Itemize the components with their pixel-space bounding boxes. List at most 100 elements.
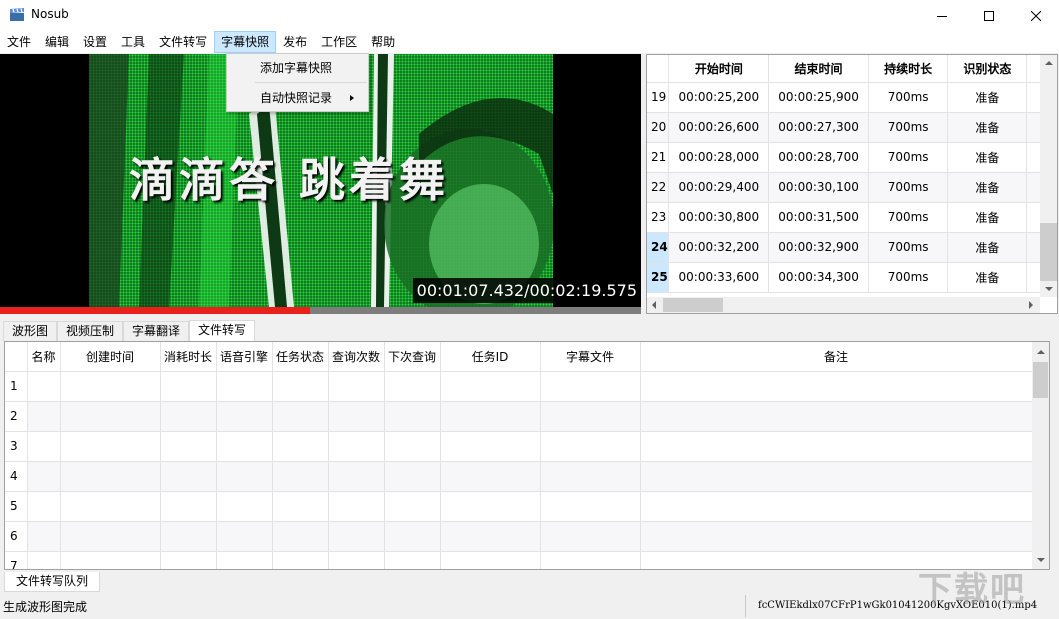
table-row[interactable]: 2200:00:29,40000:00:30,100700ms准备 — [647, 172, 1057, 202]
table-cell[interactable] — [216, 431, 272, 461]
table-cell[interactable] — [160, 521, 216, 551]
table-cell[interactable] — [27, 371, 60, 401]
scroll-left-icon[interactable] — [652, 301, 656, 309]
table-cell[interactable] — [640, 461, 1032, 491]
column-header[interactable]: 结束时间 — [769, 55, 869, 82]
table-cell[interactable] — [160, 491, 216, 521]
table-cell[interactable] — [440, 461, 540, 491]
maximize-button[interactable] — [966, 0, 1012, 31]
tab-transcribe-queue[interactable]: 文件转写队列 — [4, 572, 100, 592]
table-cell[interactable] — [272, 431, 328, 461]
table-cell[interactable] — [27, 431, 60, 461]
table-cell[interactable] — [328, 491, 384, 521]
table-cell[interactable] — [540, 491, 640, 521]
video-progress-bar[interactable] — [0, 307, 641, 314]
menu-auto-snapshot-record[interactable]: 自动快照记录 — [228, 86, 368, 110]
table-cell[interactable] — [440, 401, 540, 431]
table-row[interactable]: 1 — [5, 371, 1032, 401]
table-cell[interactable] — [540, 461, 640, 491]
table-row[interactable]: 1900:00:25,20000:00:25,900700ms准备 — [647, 82, 1057, 112]
table-cell[interactable] — [272, 371, 328, 401]
table-row[interactable]: 2400:00:32,20000:00:32,900700ms准备 — [647, 232, 1057, 262]
table-cell[interactable] — [540, 521, 640, 551]
menu-help[interactable]: 帮助 — [364, 31, 402, 53]
table-row[interactable]: 2000:00:26,60000:00:27,300700ms准备 — [647, 112, 1057, 142]
scrollbar-thumb[interactable] — [1033, 362, 1048, 398]
table-cell[interactable] — [272, 491, 328, 521]
table-cell[interactable] — [60, 401, 160, 431]
table-cell[interactable] — [640, 401, 1032, 431]
table-cell[interactable] — [27, 521, 60, 551]
table-cell[interactable] — [384, 551, 440, 570]
table-cell[interactable] — [328, 371, 384, 401]
transcribe-table-vertical-scrollbar[interactable] — [1032, 342, 1049, 569]
table-cell[interactable] — [440, 431, 540, 461]
subtitle-table-horizontal-scrollbar[interactable] — [647, 297, 1040, 313]
menu-add-subtitle-snapshot[interactable]: 添加字幕快照 — [228, 56, 368, 80]
column-header[interactable]: 任务状态 — [272, 342, 328, 371]
table-row[interactable]: 4 — [5, 461, 1032, 491]
table-cell[interactable] — [272, 401, 328, 431]
menu-workspace[interactable]: 工作区 — [314, 31, 364, 53]
column-header[interactable]: 备注 — [640, 342, 1032, 371]
table-row[interactable]: 7 — [5, 551, 1032, 570]
table-cell[interactable] — [440, 551, 540, 570]
table-cell[interactable] — [60, 521, 160, 551]
scroll-up-icon[interactable] — [1037, 350, 1045, 354]
scroll-up-icon[interactable] — [1045, 61, 1053, 65]
table-cell[interactable] — [272, 461, 328, 491]
table-cell[interactable] — [60, 431, 160, 461]
column-header[interactable]: 任务ID — [440, 342, 540, 371]
table-cell[interactable] — [384, 431, 440, 461]
table-cell[interactable] — [384, 371, 440, 401]
table-row[interactable]: 6 — [5, 521, 1032, 551]
column-header[interactable]: 语音引擎 — [216, 342, 272, 371]
table-row[interactable]: 2300:00:30,80000:00:31,500700ms准备 — [647, 202, 1057, 232]
table-cell[interactable] — [216, 551, 272, 570]
table-cell[interactable] — [384, 401, 440, 431]
table-cell[interactable] — [216, 521, 272, 551]
table-cell[interactable] — [160, 551, 216, 570]
table-row[interactable]: 5 — [5, 491, 1032, 521]
table-cell[interactable] — [27, 461, 60, 491]
table-row[interactable]: 3 — [5, 431, 1032, 461]
scroll-right-icon[interactable] — [1029, 301, 1033, 309]
table-row[interactable]: 2500:00:33,60000:00:34,300700ms准备 — [647, 262, 1057, 292]
table-cell[interactable] — [640, 491, 1032, 521]
column-header[interactable]: 创建时间 — [60, 342, 160, 371]
scroll-down-icon[interactable] — [1045, 287, 1053, 291]
column-header[interactable]: 字幕文件 — [540, 342, 640, 371]
table-cell[interactable] — [60, 491, 160, 521]
table-cell[interactable] — [27, 401, 60, 431]
menu-settings[interactable]: 设置 — [76, 31, 114, 53]
tab-subtitle-translate[interactable]: 字幕翻译 — [123, 321, 189, 341]
close-button[interactable] — [1013, 0, 1059, 31]
table-cell[interactable] — [216, 461, 272, 491]
table-cell[interactable] — [640, 521, 1032, 551]
table-cell[interactable] — [60, 551, 160, 570]
table-cell[interactable] — [384, 461, 440, 491]
tab-file-transcribe[interactable]: 文件转写 — [189, 320, 255, 341]
column-header[interactable]: 名称 — [27, 342, 60, 371]
table-cell[interactable] — [160, 371, 216, 401]
column-header[interactable]: 持续时长 — [868, 55, 947, 82]
table-cell[interactable] — [216, 371, 272, 401]
table-cell[interactable] — [328, 401, 384, 431]
scroll-down-icon[interactable] — [1037, 558, 1045, 562]
menu-file[interactable]: 文件 — [0, 31, 38, 53]
table-cell[interactable] — [384, 521, 440, 551]
table-cell[interactable] — [60, 371, 160, 401]
menu-transcribe[interactable]: 文件转写 — [152, 31, 214, 53]
table-cell[interactable] — [60, 461, 160, 491]
column-header[interactable]: 消耗时长 — [160, 342, 216, 371]
subtitle-table-vertical-scrollbar[interactable] — [1040, 55, 1057, 297]
table-row[interactable]: 2 — [5, 401, 1032, 431]
table-cell[interactable] — [440, 371, 540, 401]
column-header[interactable]: 下次查询 — [384, 342, 440, 371]
column-header[interactable]: 开始时间 — [669, 55, 769, 82]
table-cell[interactable] — [328, 551, 384, 570]
table-cell[interactable] — [160, 431, 216, 461]
table-cell[interactable] — [216, 401, 272, 431]
scrollbar-thumb[interactable] — [1040, 223, 1057, 281]
menu-subtitle-snapshot[interactable]: 字幕快照 — [214, 31, 276, 53]
